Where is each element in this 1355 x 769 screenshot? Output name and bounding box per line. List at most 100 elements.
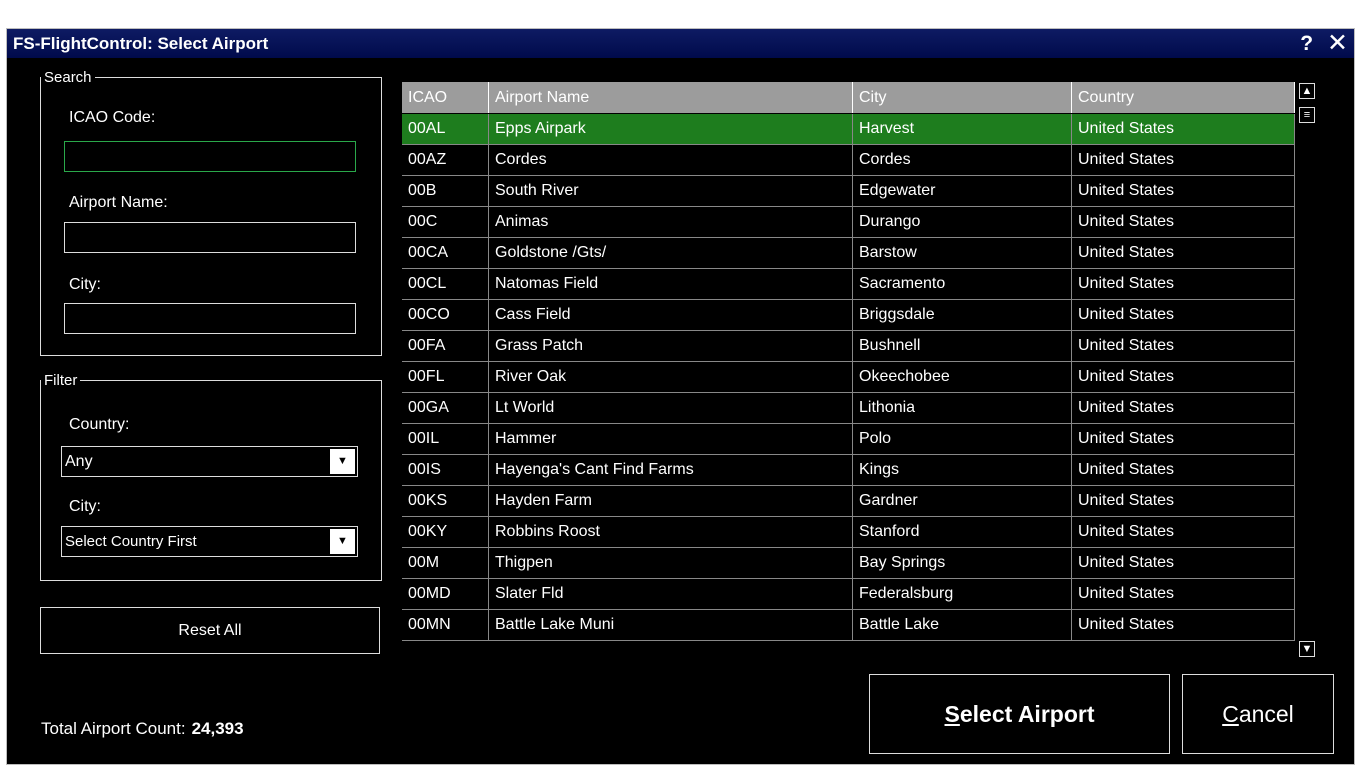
cell-country[interactable]: United States xyxy=(1071,299,1295,331)
cell-country[interactable]: United States xyxy=(1071,175,1295,207)
cell-icao[interactable]: 00MN xyxy=(402,609,489,641)
cell-city[interactable]: Kings xyxy=(852,454,1072,486)
cell-country[interactable]: United States xyxy=(1071,268,1295,300)
cell-city[interactable]: Barstow xyxy=(852,237,1072,269)
city-select[interactable]: Select Country First ▼ xyxy=(61,526,358,557)
cell-airport-name[interactable]: Goldstone /Gts/ xyxy=(488,237,853,269)
cell-icao[interactable]: 00MD xyxy=(402,578,489,610)
table-row[interactable]: 00CO Cass Field Briggsdale United States xyxy=(402,299,1295,331)
cancel-button[interactable]: Cancel xyxy=(1182,674,1334,754)
cell-icao[interactable]: 00IS xyxy=(402,454,489,486)
select-airport-button[interactable]: Select Airport xyxy=(869,674,1170,754)
table-row[interactable]: 00FL River Oak Okeechobee United States xyxy=(402,361,1295,393)
cell-country[interactable]: United States xyxy=(1071,237,1295,269)
cell-airport-name[interactable]: Hayden Farm xyxy=(488,485,853,517)
scroll-thumb[interactable]: ≡ xyxy=(1299,107,1315,123)
table-row[interactable]: 00IL Hammer Polo United States xyxy=(402,423,1295,455)
table-row[interactable]: 00KS Hayden Farm Gardner United States xyxy=(402,485,1295,517)
table-row[interactable]: 00AZ Cordes Cordes United States xyxy=(402,144,1295,176)
table-row[interactable]: 00GA Lt World Lithonia United States xyxy=(402,392,1295,424)
table-row[interactable]: 00M Thigpen Bay Springs United States xyxy=(402,547,1295,579)
cell-country[interactable]: United States xyxy=(1071,113,1295,145)
cell-icao[interactable]: 00CL xyxy=(402,268,489,300)
city-input[interactable] xyxy=(64,303,356,334)
cell-icao[interactable]: 00C xyxy=(402,206,489,238)
close-icon[interactable]: ✕ xyxy=(1327,29,1348,58)
cell-country[interactable]: United States xyxy=(1071,361,1295,393)
cell-airport-name[interactable]: South River xyxy=(488,175,853,207)
cell-airport-name[interactable]: Slater Fld xyxy=(488,578,853,610)
reset-all-button[interactable]: Reset All xyxy=(40,607,380,654)
cell-airport-name[interactable]: Hayenga's Cant Find Farms xyxy=(488,454,853,486)
chevron-down-icon[interactable]: ▼ xyxy=(330,449,355,474)
table-row[interactable]: 00B South River Edgewater United States xyxy=(402,175,1295,207)
cell-city[interactable]: Harvest xyxy=(852,113,1072,145)
header-icao[interactable]: ICAO xyxy=(402,82,489,114)
cell-city[interactable]: Lithonia xyxy=(852,392,1072,424)
cell-city[interactable]: Bushnell xyxy=(852,330,1072,362)
table-row[interactable]: 00FA Grass Patch Bushnell United States xyxy=(402,330,1295,362)
chevron-down-icon[interactable]: ▼ xyxy=(330,529,355,554)
cell-icao[interactable]: 00B xyxy=(402,175,489,207)
table-scrollbar[interactable]: ▲ ≡ ▼ xyxy=(1298,81,1317,660)
header-airport-name[interactable]: Airport Name xyxy=(488,82,853,114)
cell-airport-name[interactable]: Robbins Roost xyxy=(488,516,853,548)
cell-airport-name[interactable]: Hammer xyxy=(488,423,853,455)
table-row[interactable]: 00CL Natomas Field Sacramento United States xyxy=(402,268,1295,300)
cell-country[interactable]: United States xyxy=(1071,392,1295,424)
cell-city[interactable]: Briggsdale xyxy=(852,299,1072,331)
cell-icao[interactable]: 00CO xyxy=(402,299,489,331)
cell-airport-name[interactable]: Grass Patch xyxy=(488,330,853,362)
help-icon[interactable]: ? xyxy=(1300,29,1313,58)
header-country[interactable]: Country xyxy=(1071,82,1295,114)
scroll-up-icon[interactable]: ▲ xyxy=(1299,83,1315,99)
cell-airport-name[interactable]: Epps Airpark xyxy=(488,113,853,145)
cell-country[interactable]: United States xyxy=(1071,423,1295,455)
cell-city[interactable]: Edgewater xyxy=(852,175,1072,207)
cell-icao[interactable]: 00FL xyxy=(402,361,489,393)
cell-country[interactable]: United States xyxy=(1071,330,1295,362)
cell-airport-name[interactable]: Animas xyxy=(488,206,853,238)
icao-input[interactable] xyxy=(64,141,356,172)
cell-city[interactable]: Bay Springs xyxy=(852,547,1072,579)
cell-city[interactable]: Durango xyxy=(852,206,1072,238)
cell-country[interactable]: United States xyxy=(1071,485,1295,517)
cell-city[interactable]: Stanford xyxy=(852,516,1072,548)
airport-name-input[interactable] xyxy=(64,222,356,253)
table-row[interactable]: 00KY Robbins Roost Stanford United States xyxy=(402,516,1295,548)
cell-icao[interactable]: 00M xyxy=(402,547,489,579)
header-city[interactable]: City xyxy=(852,82,1072,114)
table-row[interactable]: 00C Animas Durango United States xyxy=(402,206,1295,238)
table-row[interactable]: 00CA Goldstone /Gts/Barstow United States xyxy=(402,237,1295,269)
table-row[interactable]: 00AL Epps Airpark Harvest United States xyxy=(402,113,1295,145)
cell-airport-name[interactable]: Cordes xyxy=(488,144,853,176)
cell-icao[interactable]: 00IL xyxy=(402,423,489,455)
table-row[interactable]: 00IS Hayenga's Cant Find Farms Kings United… xyxy=(402,454,1295,486)
cell-city[interactable]: Gardner xyxy=(852,485,1072,517)
cell-city[interactable]: Polo xyxy=(852,423,1072,455)
cell-country[interactable]: United States xyxy=(1071,578,1295,610)
cell-icao[interactable]: 00KY xyxy=(402,516,489,548)
cell-icao[interactable]: 00GA xyxy=(402,392,489,424)
cell-city[interactable]: Battle Lake xyxy=(852,609,1072,641)
cell-country[interactable]: United States xyxy=(1071,144,1295,176)
cell-airport-name[interactable]: Battle Lake Muni xyxy=(488,609,853,641)
cell-city[interactable]: Sacramento xyxy=(852,268,1072,300)
cell-airport-name[interactable]: Lt World xyxy=(488,392,853,424)
cell-icao[interactable]: 00AL xyxy=(402,113,489,145)
cell-airport-name[interactable]: Natomas Field xyxy=(488,268,853,300)
cell-country[interactable]: United States xyxy=(1071,547,1295,579)
cell-country[interactable]: United States xyxy=(1071,206,1295,238)
cell-icao[interactable]: 00AZ xyxy=(402,144,489,176)
cell-country[interactable]: United States xyxy=(1071,609,1295,641)
cell-country[interactable]: United States xyxy=(1071,454,1295,486)
cell-city[interactable]: Cordes xyxy=(852,144,1072,176)
cell-icao[interactable]: 00KS xyxy=(402,485,489,517)
cell-airport-name[interactable]: River Oak xyxy=(488,361,853,393)
cell-icao[interactable]: 00FA xyxy=(402,330,489,362)
cell-icao[interactable]: 00CA xyxy=(402,237,489,269)
cell-country[interactable]: United States xyxy=(1071,516,1295,548)
scroll-down-icon[interactable]: ▼ xyxy=(1299,641,1315,657)
cell-city[interactable]: Federalsburg xyxy=(852,578,1072,610)
cell-airport-name[interactable]: Thigpen xyxy=(488,547,853,579)
